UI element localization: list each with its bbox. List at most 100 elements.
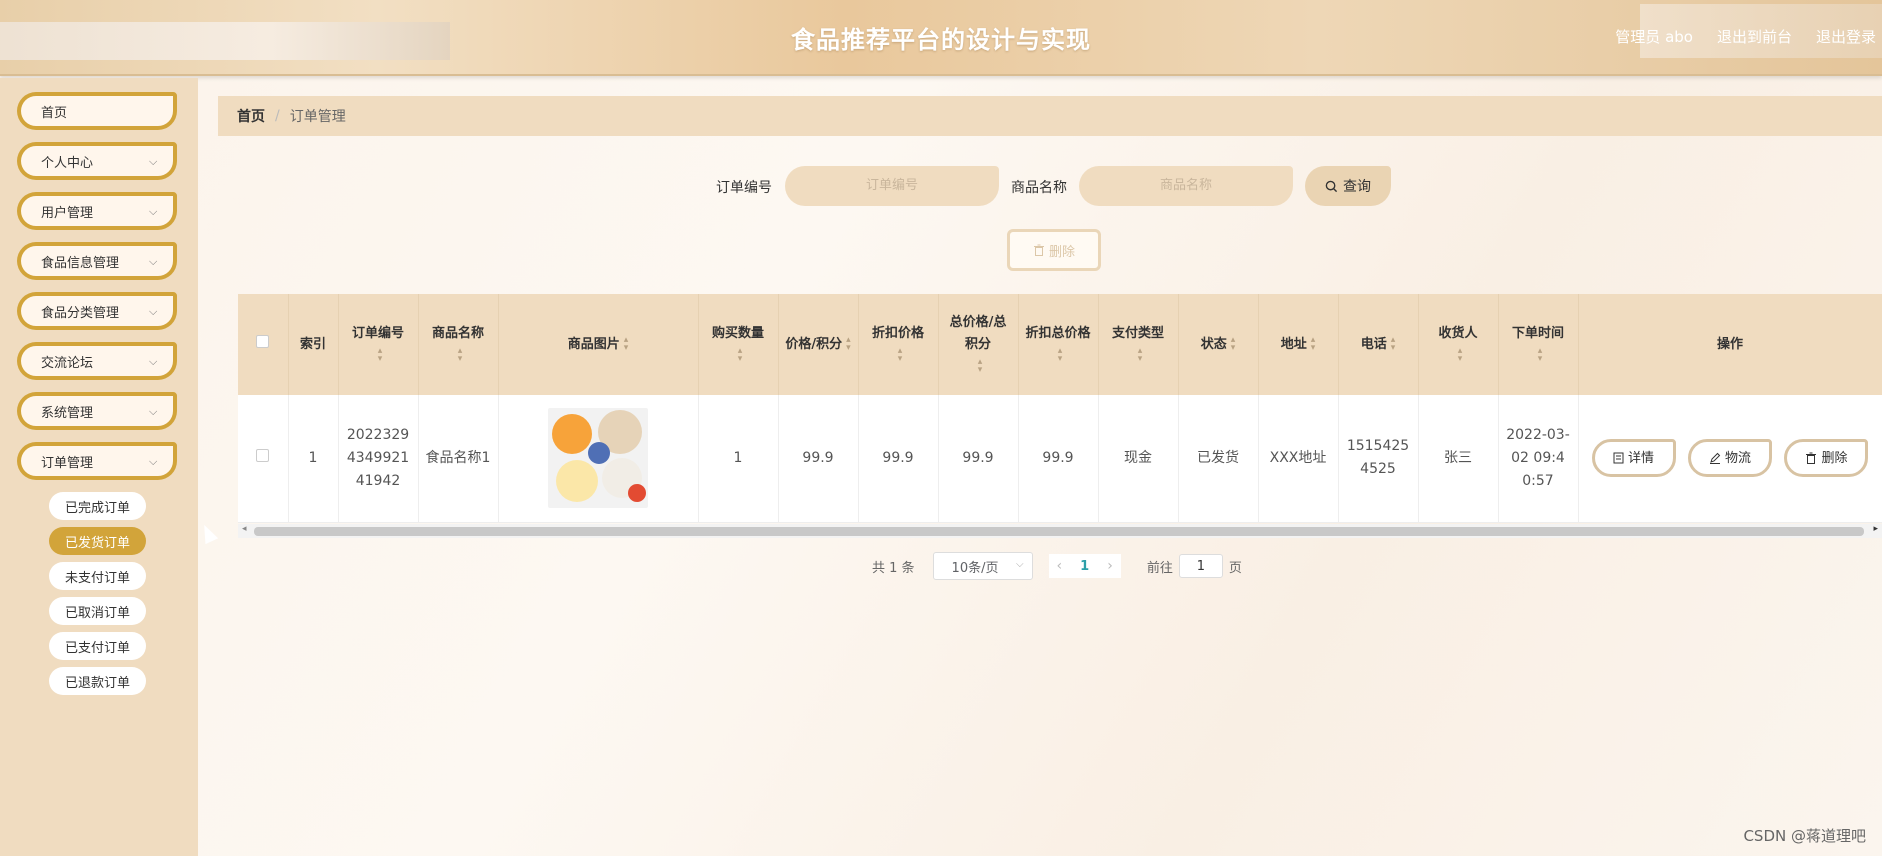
submenu-refunded-orders[interactable]: 已退款订单 xyxy=(49,667,146,695)
header-pay-type[interactable]: 支付类型 ▴ ▾ xyxy=(1098,294,1179,395)
top-header: 食品推荐平台的设计与实现 管理员 abo 退出到前台 退出登录 xyxy=(0,0,1882,76)
sidebar-item-forum[interactable]: 交流论坛 ⌵ xyxy=(17,342,177,380)
header-order-time[interactable]: 下单时间 ▴ ▾ xyxy=(1498,294,1579,395)
document-icon xyxy=(1613,452,1624,464)
header-actions: 操作 xyxy=(1578,294,1882,395)
cell-price: 99.9 xyxy=(778,395,859,523)
row-checkbox[interactable] xyxy=(256,448,270,462)
sort-icon[interactable]: ▴ ▾ xyxy=(458,347,463,364)
breadcrumb: 首页 / 订单管理 xyxy=(218,96,1882,136)
sort-icon[interactable]: ▴ ▾ xyxy=(898,347,903,364)
sort-icon[interactable]: ▴ ▾ xyxy=(1538,347,1543,364)
cell-total: 99.9 xyxy=(938,395,1019,523)
sidebar-item-label: 订单管理 xyxy=(41,455,94,471)
sidebar-item-label: 系统管理 xyxy=(41,405,94,421)
chevron-down-icon: ⌵ xyxy=(149,305,158,318)
logout-link[interactable]: 退出登录 xyxy=(1816,26,1876,47)
breadcrumb-home[interactable]: 首页 xyxy=(237,106,265,126)
header-order-no[interactable]: 订单编号 ▴ ▾ xyxy=(338,294,419,395)
scroll-right-icon[interactable]: ▸ xyxy=(1873,524,1878,534)
chevron-down-icon: ⌵ xyxy=(149,355,158,368)
product-name-input[interactable]: 商品名称 xyxy=(1079,166,1293,206)
sidebar: 首页 个人中心 ⌵ 用户管理 ⌵ 食品信息管理 ⌵ 食品分类管理 ⌵ 交流论坛 ⌵ 系统管… xyxy=(0,78,198,856)
order-no-input[interactable]: 订单编号 xyxy=(785,166,999,206)
cell-actions: 详情 物流 删除 xyxy=(1578,395,1882,523)
header-discount-total[interactable]: 折扣总价格▴ ▾ xyxy=(1018,294,1099,395)
cell-select[interactable] xyxy=(238,395,289,523)
order-no-label: 订单编号 xyxy=(716,180,772,196)
header-receiver[interactable]: 收货人 ▴ ▾ xyxy=(1418,294,1499,395)
search-button[interactable]: 查询 xyxy=(1305,166,1391,206)
prev-page-icon[interactable]: ‹ xyxy=(1057,558,1063,574)
sort-icon[interactable]: ▴ ▾ xyxy=(846,336,851,353)
header-phone[interactable]: 电话 ▴ ▾ xyxy=(1338,294,1419,395)
header-address[interactable]: 地址 ▴ ▾ xyxy=(1258,294,1339,395)
sort-icon[interactable]: ▴ ▾ xyxy=(1231,336,1236,353)
sort-icon[interactable]: ▴ ▾ xyxy=(1391,336,1396,353)
pagination: 共 1 条 10条/页 ⌵ ‹ 1 › 前往 1 页 xyxy=(872,552,1242,580)
detail-button[interactable]: 详情 xyxy=(1591,439,1676,478)
sort-icon[interactable]: ▴ ▾ xyxy=(1311,336,1316,353)
chevron-down-icon: ⌵ xyxy=(1015,559,1024,570)
cell-phone: 15154254525 xyxy=(1338,395,1419,523)
food-image xyxy=(548,408,648,509)
cell-index: 1 xyxy=(288,395,339,523)
chevron-down-icon: ⌵ xyxy=(149,255,158,268)
orders-table: 索引 订单编号 ▴ ▾ 商品名称 ▴ ▾ 商品图片 ▴ ▾ 购买数量 ▴ ▾ 价格/积分 ▴ ▾ 折… xyxy=(238,294,1882,523)
submenu-shipped-orders[interactable]: 已发货订单 xyxy=(49,527,146,555)
sort-icon[interactable]: ▴ ▾ xyxy=(378,347,383,364)
scrollbar-thumb[interactable] xyxy=(254,527,1864,536)
sidebar-item-label: 首页 xyxy=(41,105,68,121)
breadcrumb-separator: / xyxy=(275,108,280,124)
sidebar-item-home[interactable]: 首页 xyxy=(17,92,177,130)
page-number[interactable]: 1 xyxy=(1080,559,1089,574)
sidebar-item-label: 食品分类管理 xyxy=(41,305,120,321)
table-header-row: 索引 订单编号 ▴ ▾ 商品名称 ▴ ▾ 商品图片 ▴ ▾ 购买数量 ▴ ▾ 价格/积分 ▴ ▾ 折… xyxy=(238,294,1882,395)
header-discount-price[interactable]: 折扣价格 ▴ ▾ xyxy=(858,294,939,395)
logistics-button[interactable]: 物流 xyxy=(1688,439,1772,478)
sort-icon[interactable]: ▴ ▾ xyxy=(1138,347,1143,364)
next-page-icon[interactable]: › xyxy=(1107,558,1113,574)
delete-button[interactable]: 删除 xyxy=(1784,439,1869,478)
sort-icon[interactable]: ▴ ▾ xyxy=(624,336,629,353)
sidebar-item-food-info[interactable]: 食品信息管理 ⌵ xyxy=(17,242,177,280)
sidebar-item-system[interactable]: 系统管理 ⌵ xyxy=(17,392,177,430)
sidebar-item-food-category[interactable]: 食品分类管理 ⌵ xyxy=(17,292,177,330)
chevron-down-icon: ⌵ xyxy=(149,155,158,168)
cell-receiver: 张三 xyxy=(1418,395,1499,523)
header-product-image[interactable]: 商品图片 ▴ ▾ xyxy=(498,294,699,395)
submenu-paid-orders[interactable]: 已支付订单 xyxy=(49,632,146,660)
watermark: CSDN @蒋道理吧 xyxy=(1743,827,1866,845)
sort-icon[interactable]: ▴ ▾ xyxy=(738,347,743,364)
page-jump-input[interactable]: 1 xyxy=(1178,554,1223,578)
sort-icon[interactable]: ▴ ▾ xyxy=(978,358,983,375)
scroll-left-icon[interactable]: ◂ xyxy=(242,524,247,534)
sort-icon[interactable]: ▴ ▾ xyxy=(1458,347,1463,364)
select-all-checkbox[interactable] xyxy=(256,334,270,348)
cell-product-image xyxy=(498,395,699,523)
sidebar-item-orders[interactable]: 订单管理 ⌵ xyxy=(17,442,177,480)
back-to-front-link[interactable]: 退出到前台 xyxy=(1717,26,1792,47)
sidebar-item-label: 食品信息管理 xyxy=(41,255,120,271)
header-price[interactable]: 价格/积分 ▴ ▾ xyxy=(778,294,859,395)
sidebar-item-personal-center[interactable]: 个人中心 ⌵ xyxy=(17,142,177,180)
header-total[interactable]: 总价格/总积分 ▴ ▾ xyxy=(938,294,1019,395)
submenu-cancelled-orders[interactable]: 已取消订单 xyxy=(49,597,146,625)
chevron-up-icon: ⌵ xyxy=(149,455,158,468)
pagination-total: 共 1 条 xyxy=(872,560,915,576)
page-jump: 前往 1 页 xyxy=(1147,554,1242,578)
search-button-label: 查询 xyxy=(1343,179,1371,195)
sidebar-item-label: 用户管理 xyxy=(41,205,94,221)
horizontal-scrollbar[interactable]: ◂ ▸ xyxy=(238,524,1882,538)
header-product-name[interactable]: 商品名称 ▴ ▾ xyxy=(418,294,499,395)
sort-icon[interactable]: ▴ ▾ xyxy=(1058,347,1063,364)
admin-user-link[interactable]: 管理员 abo xyxy=(1615,26,1693,47)
submenu-completed-orders[interactable]: 已完成订单 xyxy=(49,492,146,520)
submenu-unpaid-orders[interactable]: 未支付订单 xyxy=(49,562,146,590)
page-size-select[interactable]: 10条/页 ⌵ xyxy=(932,552,1033,580)
header-quantity[interactable]: 购买数量 ▴ ▾ xyxy=(698,294,779,395)
header-status[interactable]: 状态 ▴ ▾ xyxy=(1178,294,1259,395)
sidebar-item-user-management[interactable]: 用户管理 ⌵ xyxy=(17,192,177,230)
header-select-all[interactable] xyxy=(238,294,289,395)
batch-delete-button[interactable]: 删除 xyxy=(1007,229,1101,271)
